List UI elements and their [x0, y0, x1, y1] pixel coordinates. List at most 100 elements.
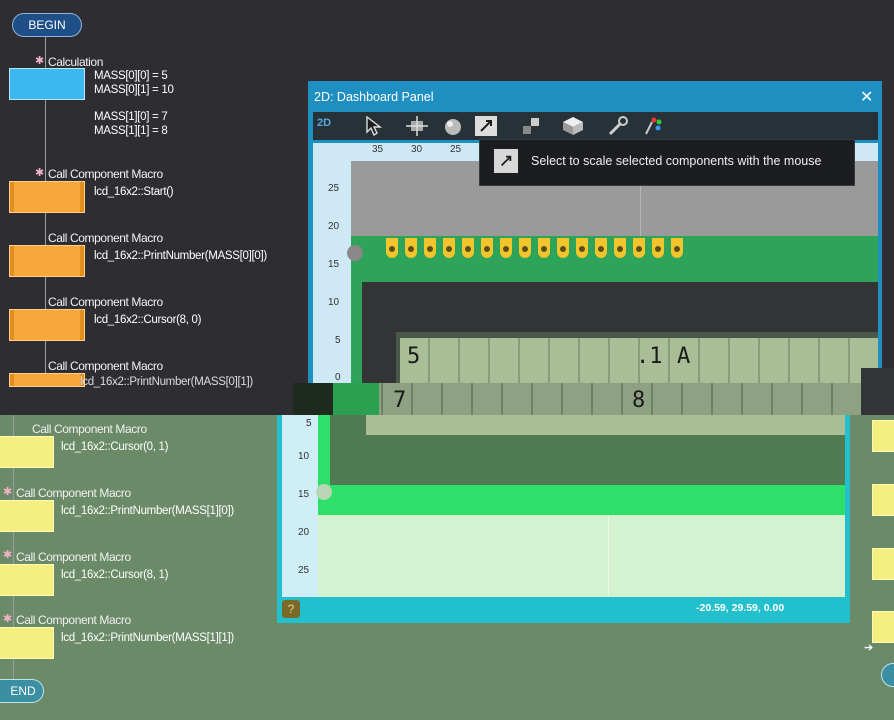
macro-block[interactable] — [0, 500, 54, 532]
lcd-pcb-fragment — [333, 383, 379, 415]
grid-line — [608, 515, 609, 597]
wrench-icon[interactable] — [606, 115, 630, 137]
macro-block-partial[interactable] — [872, 484, 894, 516]
macro-block[interactable] — [9, 373, 85, 387]
lcd-char: 7 — [393, 388, 407, 413]
macro-title: Call Component Macro — [48, 359, 163, 373]
macro-block-partial[interactable] — [872, 611, 894, 643]
macro-call: lcd_16x2::Cursor(8, 1) — [61, 569, 169, 581]
macro-block[interactable] — [9, 245, 85, 277]
begin-terminal[interactable]: BEGIN — [12, 13, 82, 37]
ruler-tick-label: 25 — [328, 183, 340, 194]
macro-block[interactable] — [0, 627, 54, 659]
calc-line: MASS[0][0] = 5 — [94, 70, 168, 82]
lcd-pin — [386, 238, 398, 258]
macro-title: Call Component Macro — [48, 295, 163, 309]
panel-title: 2D: Dashboard Panel — [314, 90, 434, 104]
lcd-pin — [443, 238, 455, 258]
end-terminal[interactable]: END — [0, 679, 44, 703]
ruler-tick-label: 15 — [328, 259, 340, 270]
ruler-tick-label: 25 — [450, 144, 462, 155]
star-icon: ✱ — [35, 55, 45, 67]
ruler-tick-label: 35 — [372, 144, 384, 155]
calc-line: MASS[1][1] = 8 — [94, 125, 168, 137]
ruler-left — [313, 161, 351, 415]
begin-label: BEGIN — [28, 18, 66, 32]
ruler-tick-label: 20 — [328, 221, 340, 232]
panel-toolbar — [313, 112, 878, 140]
lcd-pin — [481, 238, 493, 258]
lcd-pin — [500, 238, 512, 258]
palette-icon[interactable] — [641, 115, 665, 137]
canvas-area — [318, 515, 845, 597]
scale-icon — [494, 149, 518, 173]
lcd-pin — [633, 238, 645, 258]
lcd-pin — [462, 238, 474, 258]
tooltip-text: Select to scale selected components with… — [531, 154, 822, 168]
ruler-tick-label: 0 — [335, 372, 341, 383]
macro-block[interactable] — [0, 436, 54, 468]
macro-title: Call Component Macro — [32, 422, 147, 436]
macro-block[interactable] — [0, 564, 54, 596]
lcd-screen — [366, 415, 845, 435]
lcd-pin — [652, 238, 664, 258]
help-icon[interactable]: ? — [282, 600, 300, 618]
calc-line: MASS[0][1] = 10 — [94, 84, 174, 96]
macro-title: Call Component Macro — [48, 231, 163, 245]
3d-cube-icon[interactable] — [561, 115, 585, 137]
macro-title: Call Component Macro — [16, 613, 131, 627]
macro-call: lcd_16x2::PrintNumber(MASS[0][1]) — [80, 376, 253, 388]
ruler-tick-label: 15 — [298, 489, 310, 500]
macro-call: lcd_16x2::Cursor(8, 0) — [94, 314, 202, 326]
lcd-pin — [519, 238, 531, 258]
macro-block-partial[interactable] — [872, 420, 894, 452]
macro-block[interactable] — [9, 181, 85, 213]
lcd-bezel-fragment — [861, 368, 894, 415]
tooltip: Select to scale selected components with… — [479, 139, 855, 186]
mount-hole — [347, 245, 363, 261]
lcd-pin — [557, 238, 569, 258]
rotate-icon[interactable] — [441, 115, 465, 137]
close-icon[interactable]: ✕ — [860, 87, 873, 107]
scale-icon[interactable] — [475, 116, 497, 136]
lcd-pin — [576, 238, 588, 258]
lcd-pin — [614, 238, 626, 258]
ruler-tick-label: 10 — [328, 297, 340, 308]
calc-line: MASS[1][0] = 7 — [94, 111, 168, 123]
end-label: END — [10, 684, 36, 698]
macro-block-partial[interactable] — [872, 548, 894, 580]
pointer-icon[interactable] — [362, 115, 386, 137]
macro-title: Call Component Macro — [48, 167, 163, 181]
lcd-char: 8 — [632, 388, 646, 413]
star-icon: ✱ — [3, 549, 13, 561]
macro-call: lcd_16x2::PrintNumber(MASS[0][0]) — [94, 250, 267, 262]
macro-call: lcd_16x2::PrintNumber(MASS[1][0]) — [61, 505, 234, 517]
view-2d-label[interactable]: 2D — [317, 117, 331, 129]
lcd-bezel-fragment — [293, 383, 333, 415]
macro-call: lcd_16x2::Start() — [94, 186, 174, 198]
ruler-tick-label: 25 — [298, 565, 310, 576]
lcd-char: 5 — [407, 344, 421, 369]
mount-hole — [316, 484, 332, 500]
lcd-char: A — [677, 344, 691, 369]
macro-call: lcd_16x2::PrintNumber(MASS[1][1]) — [61, 632, 234, 644]
lcd-pin — [538, 238, 550, 258]
calculation-block[interactable] — [9, 68, 85, 100]
macro-block[interactable] — [9, 309, 85, 341]
macro-title: Call Component Macro — [16, 486, 131, 500]
star-icon: ✱ — [3, 613, 13, 625]
star-icon: ✱ — [35, 167, 45, 179]
arrow-right-icon: ➔ — [864, 642, 874, 654]
lcd-pin — [595, 238, 607, 258]
ruler-tick-label: 5 — [335, 335, 341, 346]
lcd-char: .1 — [636, 344, 663, 369]
move-icon[interactable] — [405, 115, 429, 137]
ruler-tick-label: 20 — [298, 527, 310, 538]
lcd-pin — [671, 238, 683, 258]
arrange-icon[interactable] — [520, 115, 544, 137]
star-icon: ✱ — [3, 486, 13, 498]
ruler-tick-label: 5 — [306, 418, 312, 429]
lcd-pin — [405, 238, 417, 258]
lcd-pin — [424, 238, 436, 258]
calc-title: Calculation — [48, 55, 103, 69]
